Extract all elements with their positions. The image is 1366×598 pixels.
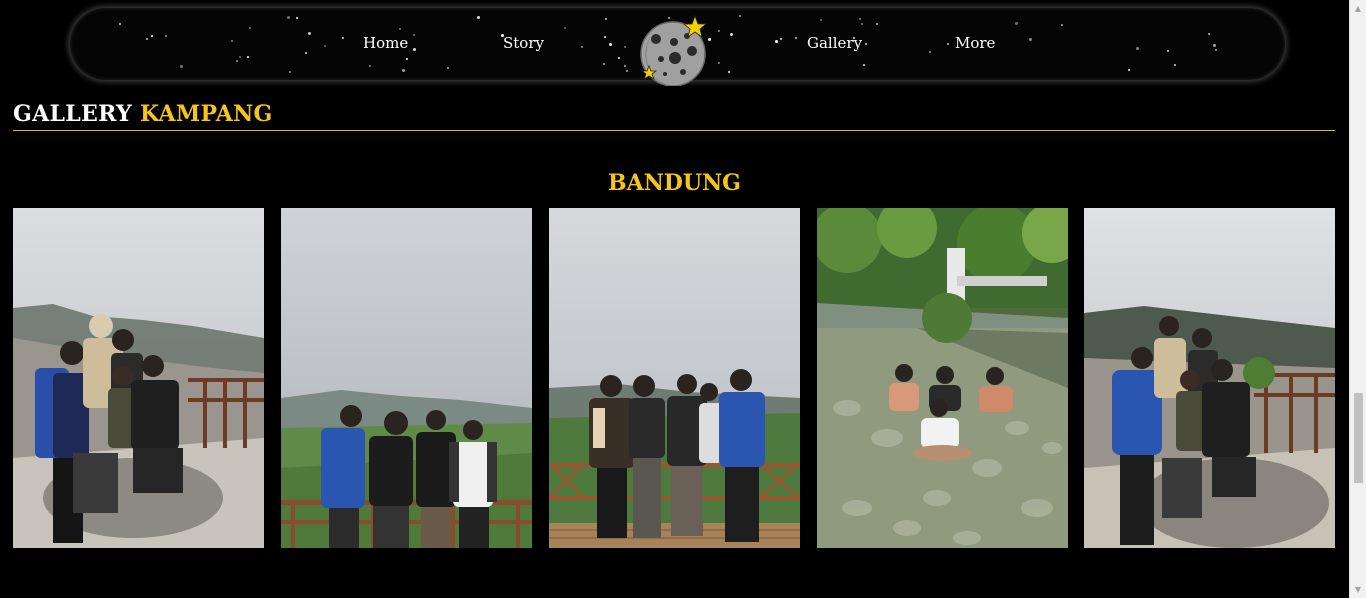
title-divider [13, 130, 1335, 131]
star-dot [180, 65, 184, 69]
star-dot [779, 37, 782, 40]
star-dot [231, 39, 234, 42]
star-dot [876, 23, 879, 26]
star-dot [859, 18, 862, 21]
star-dot [413, 34, 416, 37]
star-dot [164, 34, 167, 37]
star-dot [730, 33, 734, 37]
star-dot [476, 15, 480, 19]
scrollbar-thumb[interactable] [1354, 393, 1363, 483]
page: Home Story Gallery More GALLERY KAMPANG … [0, 0, 1349, 598]
star-dot [341, 36, 344, 39]
star-dot [238, 56, 241, 59]
star-dot [738, 15, 741, 18]
star-dot [775, 39, 779, 43]
star-dot [398, 27, 401, 30]
star-dot [406, 58, 409, 61]
star-dot [1061, 24, 1064, 27]
star-dot [1127, 68, 1130, 71]
star-dot [296, 16, 299, 19]
star-dot [1136, 46, 1140, 50]
star-dot [795, 37, 798, 40]
star-dot [626, 70, 629, 73]
star-dot [605, 18, 608, 21]
star-dot [1029, 37, 1033, 41]
gallery-photo-5[interactable] [1084, 208, 1335, 548]
section-title: BANDUNG [608, 170, 741, 196]
page-title: GALLERY KAMPANG [13, 101, 273, 127]
star-dot [718, 62, 721, 65]
star-dot [305, 52, 308, 55]
gallery-photo-2[interactable] [281, 208, 532, 548]
star-dot [623, 64, 626, 67]
star-dot [862, 64, 865, 67]
nav-gallery-link[interactable]: Gallery [807, 34, 862, 52]
vertical-scrollbar[interactable]: ▲ ▼ [1349, 0, 1366, 598]
nav-story-link[interactable]: Story [503, 34, 544, 52]
star-dot [1212, 43, 1216, 47]
page-title-main: GALLERY [13, 101, 132, 127]
star-dot [1166, 49, 1169, 52]
star-dot [603, 62, 606, 65]
star-dot [324, 44, 327, 47]
star-dot [1014, 21, 1018, 25]
star-dot [289, 71, 292, 74]
nav-home-link[interactable]: Home [363, 34, 408, 52]
star-dot [820, 19, 823, 21]
star-dot [118, 22, 121, 25]
star-dot [946, 42, 949, 45]
star-dot [580, 45, 583, 48]
star-dot [1174, 63, 1177, 66]
nav-more-link[interactable]: More [955, 34, 995, 52]
gallery-photo-4[interactable] [817, 208, 1068, 548]
star-dot [563, 26, 566, 29]
star-dot [308, 31, 311, 35]
star-dot [249, 26, 252, 29]
gallery-photo-3[interactable] [549, 208, 800, 548]
star-dot [864, 42, 867, 45]
star-dot [402, 69, 406, 73]
scroll-down-arrow-icon[interactable]: ▼ [1350, 581, 1366, 598]
star-dot [413, 47, 417, 51]
star-dot [246, 55, 249, 58]
star-dot [236, 60, 239, 62]
star-dot [604, 35, 607, 38]
star-dot [718, 30, 721, 33]
scroll-up-arrow-icon[interactable]: ▲ [1350, 0, 1366, 17]
star-dot [608, 43, 612, 47]
top-navbar: Home Story Gallery More [70, 8, 1285, 87]
gallery-photo-1[interactable] [13, 208, 264, 548]
star-dot [1207, 32, 1210, 35]
star-dot [618, 56, 621, 59]
star-dot [145, 37, 148, 40]
star-dot [447, 66, 450, 69]
star-dot [1215, 49, 1218, 52]
star-dot [727, 71, 730, 74]
star-dot [928, 51, 931, 54]
star-dot [860, 22, 863, 25]
star-dot [150, 35, 153, 38]
star-dot [287, 16, 291, 20]
star-dot [623, 46, 626, 49]
moon-with-stars-icon[interactable] [637, 14, 709, 87]
page-title-accent: KAMPANG [139, 101, 273, 127]
star-dot [369, 65, 372, 68]
